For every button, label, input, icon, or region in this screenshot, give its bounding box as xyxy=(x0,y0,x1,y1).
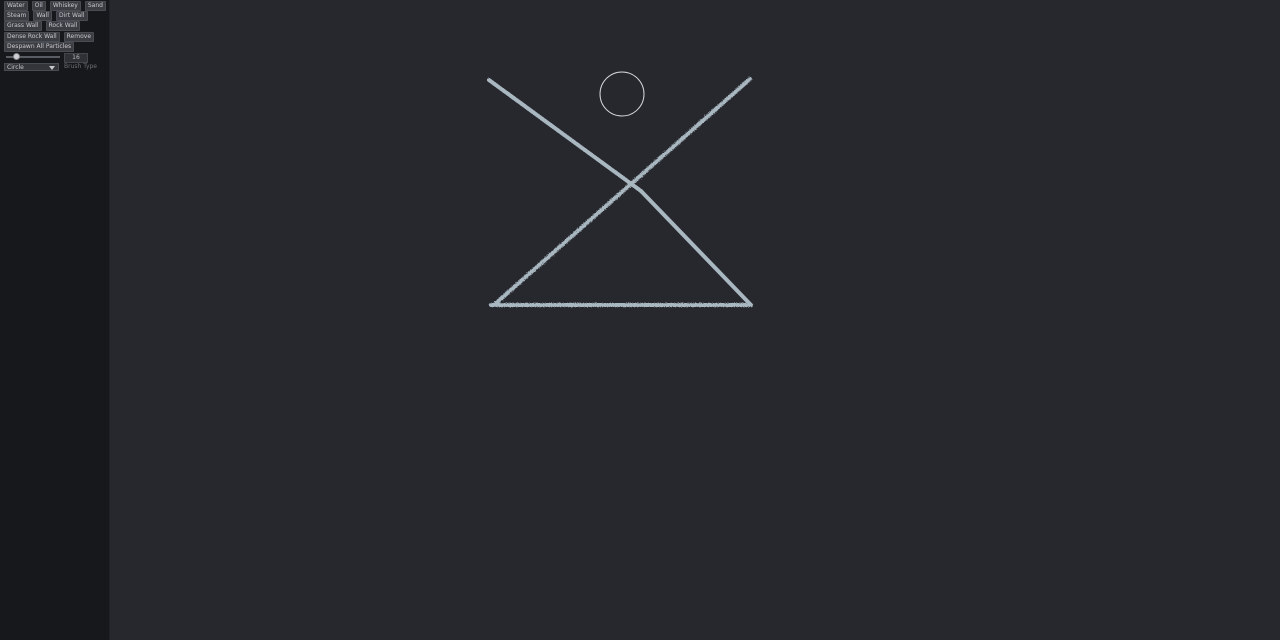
material-row-1: Water Oil Whiskey Sand xyxy=(4,1,106,11)
wall-diagonal-left xyxy=(487,78,643,193)
grass-wall-button[interactable]: Grass Wall xyxy=(4,21,42,31)
brush-type-select[interactable]: Circle xyxy=(4,63,59,71)
remove-button[interactable]: Remove xyxy=(63,32,95,42)
brush-cursor xyxy=(599,71,645,117)
oil-button[interactable]: Oil xyxy=(31,1,46,11)
material-row-3: Grass Wall Rock Wall xyxy=(4,21,81,31)
wall-button[interactable]: Wall xyxy=(33,11,52,21)
rock-wall-button[interactable]: Rock Wall xyxy=(45,21,81,31)
wall-diagonal-lower xyxy=(639,189,752,306)
despawn-row: Despawn All Particles xyxy=(4,42,75,52)
sand-button[interactable]: Sand xyxy=(84,1,106,11)
dense-rock-wall-button[interactable]: Dense Rock Wall xyxy=(4,32,60,42)
material-row-2: Steam Wall Dirt Wall xyxy=(4,11,88,21)
chevron-down-icon xyxy=(49,66,55,70)
despawn-all-button[interactable]: Despawn All Particles xyxy=(4,42,75,52)
sandbox-app: Water Oil Whiskey Sand Steam Wall Dirt W… xyxy=(0,0,1280,640)
dirt-wall-button[interactable]: Dirt Wall xyxy=(55,11,88,21)
control-panel: Water Oil Whiskey Sand Steam Wall Dirt W… xyxy=(0,0,110,640)
brush-size-input[interactable]: 16 xyxy=(64,53,88,63)
simulation-canvas[interactable] xyxy=(110,0,1280,640)
water-button[interactable]: Water xyxy=(4,1,28,11)
brush-size-slider-handle[interactable] xyxy=(13,53,21,60)
brush-type-value: Circle xyxy=(7,64,24,71)
material-row-4: Dense Rock Wall Remove xyxy=(4,32,95,42)
whiskey-button[interactable]: Whiskey xyxy=(49,1,81,11)
brush-type-label: Brush Type xyxy=(64,63,98,70)
steam-button[interactable]: Steam xyxy=(4,11,30,21)
